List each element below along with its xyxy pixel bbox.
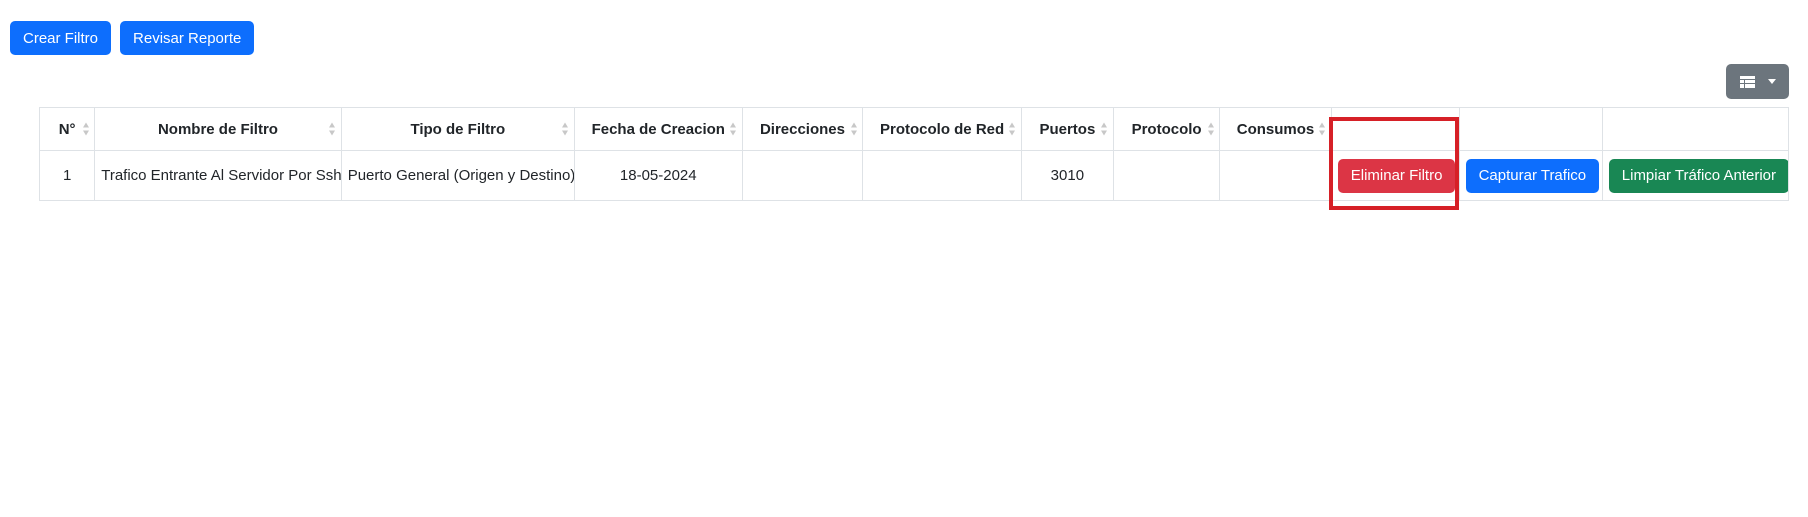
table-header-row: N° Nombre de Filtro Tipo de Filtro Fecha… [38, 107, 1790, 151]
sort-icon [1009, 122, 1016, 136]
header-network-protocol[interactable]: Protocolo de Red [862, 107, 1022, 151]
sort-icon [1319, 122, 1326, 136]
header-filter-name[interactable]: Nombre de Filtro [94, 107, 342, 151]
sort-icon [329, 122, 336, 136]
cell-consumption [1219, 150, 1332, 201]
clear-previous-traffic-button[interactable]: Limpiar Tráfico Anterior [1608, 158, 1788, 193]
cell-addresses [741, 150, 864, 201]
header-creation-date[interactable]: Fecha de Creacion [573, 107, 743, 151]
cell-clear-action: Limpiar Tráfico Anterior [1601, 150, 1790, 201]
header-action-capture [1458, 107, 1603, 151]
cell-protocol [1112, 150, 1221, 201]
capture-traffic-button[interactable]: Capturar Trafico [1465, 158, 1600, 193]
create-filter-button[interactable]: Crear Filtro [10, 21, 112, 55]
cell-network-protocol [862, 150, 1022, 201]
header-action-clear [1601, 107, 1790, 151]
sort-icon [82, 122, 89, 136]
sort-icon [1101, 122, 1108, 136]
cell-capture-action: Capturar Trafico [1458, 150, 1603, 201]
header-number[interactable]: N° [38, 107, 96, 151]
review-report-button[interactable]: Revisar Reporte [120, 21, 255, 55]
cell-number: 1 [38, 150, 96, 201]
header-consumption[interactable]: Consumos [1219, 107, 1332, 151]
sort-icon [850, 122, 857, 136]
header-filter-type[interactable]: Tipo de Filtro [340, 107, 575, 151]
cell-delete-action: Eliminar Filtro [1330, 150, 1460, 201]
cell-creation-date: 18-05-2024 [573, 150, 743, 201]
header-action-delete [1330, 107, 1460, 151]
grid-icon [1739, 75, 1755, 88]
header-ports[interactable]: Puertos [1020, 107, 1114, 151]
toolbar: Crear Filtro Revisar Reporte [10, 21, 255, 55]
sort-icon [1207, 122, 1214, 136]
table-row: 1 Trafico Entrante Al Servidor Por Ssh P… [38, 150, 1790, 201]
filters-table: N° Nombre de Filtro Tipo de Filtro Fecha… [38, 107, 1790, 201]
cell-ports: 3010 [1020, 150, 1114, 201]
header-protocol[interactable]: Protocolo [1112, 107, 1221, 151]
header-addresses[interactable]: Direcciones [741, 107, 864, 151]
delete-filter-button[interactable]: Eliminar Filtro [1337, 158, 1456, 193]
caret-down-icon [1767, 79, 1776, 84]
sort-icon [562, 122, 569, 136]
cell-filter-type: Puerto General (Origen y Destino) [340, 150, 575, 201]
columns-toggle-button[interactable] [1726, 64, 1789, 99]
cell-filter-name: Trafico Entrante Al Servidor Por Ssh [94, 150, 342, 201]
sort-icon [730, 122, 737, 136]
